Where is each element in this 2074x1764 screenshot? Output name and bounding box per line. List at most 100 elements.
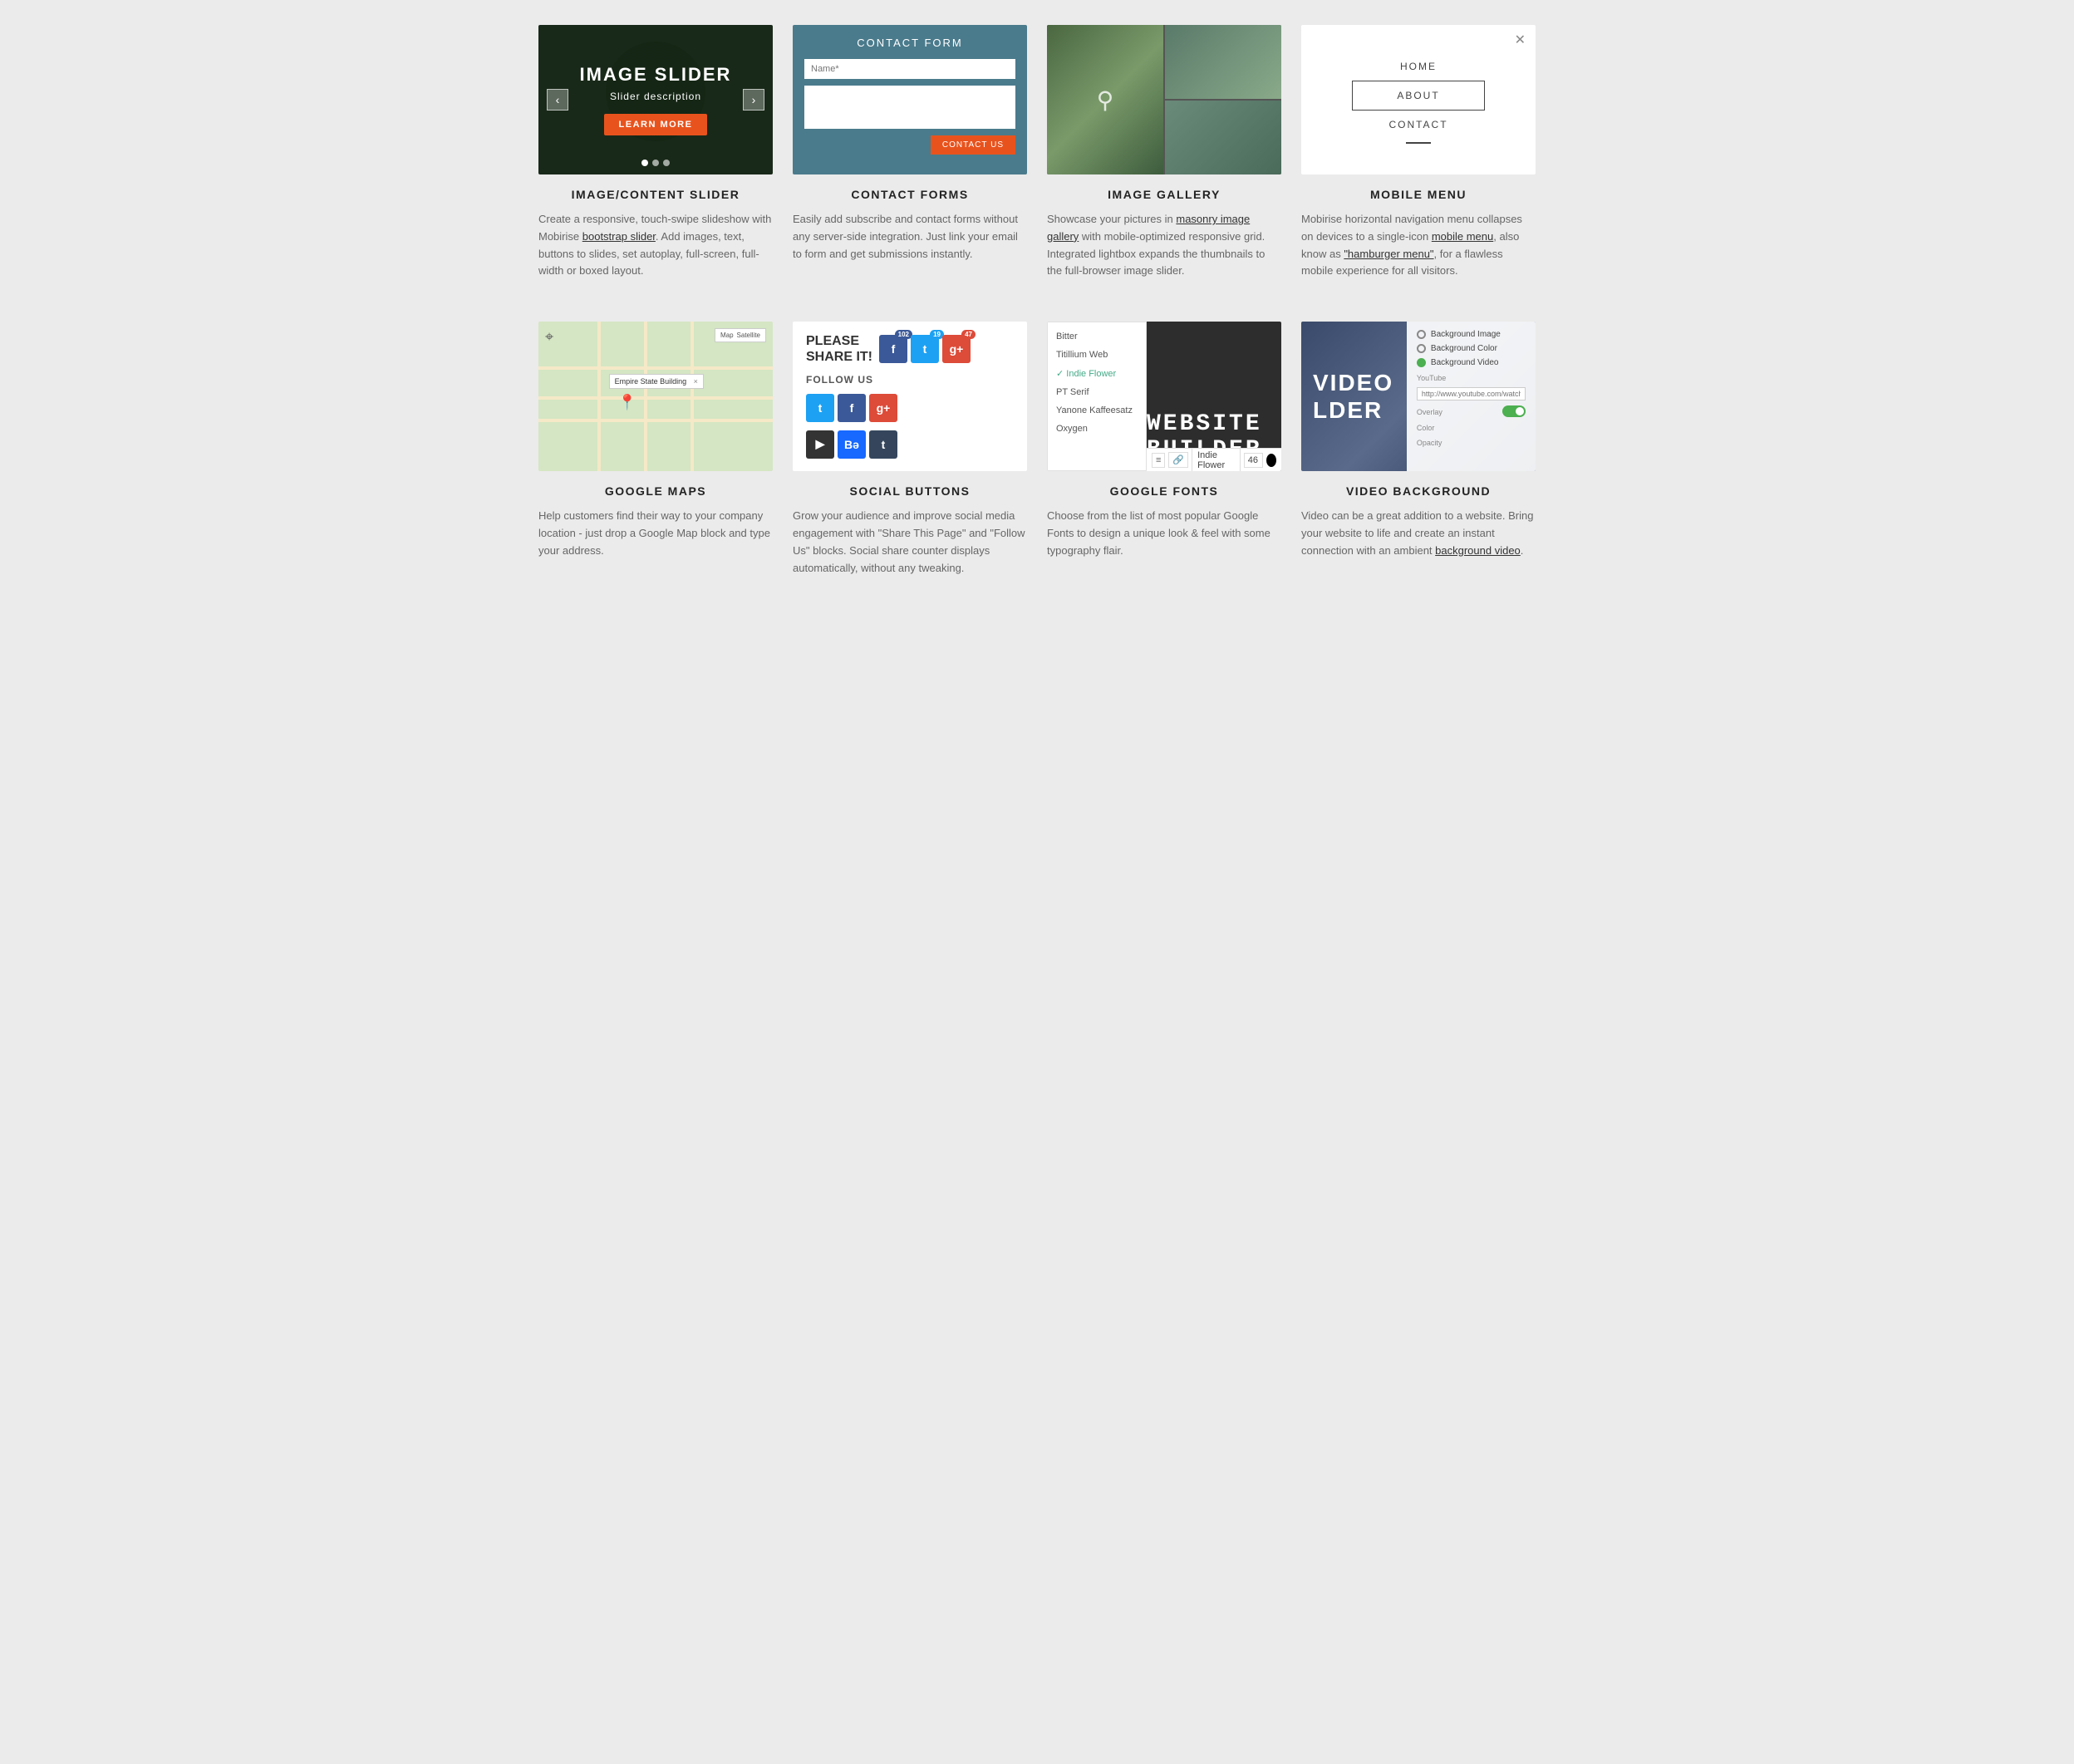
- bootstrap-slider-link[interactable]: bootstrap slider: [582, 230, 656, 243]
- radio-bg-video[interactable]: [1417, 358, 1426, 367]
- map-road-v1: [597, 322, 601, 471]
- vp-bg-color-label: Background Color: [1431, 344, 1497, 353]
- vp-overlay-toggle[interactable]: [1502, 405, 1526, 417]
- map-control-satellite[interactable]: Satellite: [737, 332, 760, 339]
- mobile-menu-card-body: Mobirise horizontal navigation menu coll…: [1301, 211, 1536, 280]
- mobile-menu-about[interactable]: ABOUT: [1352, 81, 1485, 111]
- contact-form-header: CONTACT FORM: [804, 37, 1015, 49]
- vp-youtube-input[interactable]: [1417, 387, 1526, 400]
- font-indie-flower[interactable]: Indie Flower: [1048, 364, 1146, 383]
- card-contact-forms: CONTACT FORM CONTACT US CONTACT FORMS Ea…: [793, 25, 1027, 280]
- share-facebook-button[interactable]: f 102: [879, 335, 907, 363]
- vp-color-row: Color: [1417, 422, 1526, 432]
- follow-googleplus-button[interactable]: g+: [869, 394, 897, 422]
- mobile-menu-home[interactable]: HOME: [1352, 52, 1485, 81]
- slider-learn-more-button[interactable]: LEARN MORE: [604, 114, 708, 135]
- maps-card-title: GOOGLE MAPS: [538, 484, 773, 498]
- slider-prev-arrow[interactable]: ‹: [547, 89, 568, 111]
- gallery-body-text1: Showcase your pictures in: [1047, 213, 1176, 225]
- toolbar-color-picker[interactable]: [1266, 454, 1276, 467]
- fb-count-badge: 102: [895, 330, 912, 339]
- follow-icons-row2: ▶ Bǝ t: [806, 430, 897, 459]
- row2-grid: Map Satellite ⌖ Empire State Building 📍 …: [538, 322, 1536, 577]
- toolbar-font-name[interactable]: Indie Flower: [1192, 448, 1241, 472]
- follow-facebook-button[interactable]: f: [838, 394, 866, 422]
- follow-github-button[interactable]: ▶: [806, 430, 834, 459]
- vp-bg-color-row: Background Color: [1417, 344, 1526, 353]
- radio-bg-color[interactable]: [1417, 344, 1426, 353]
- card-mobile-menu: ✕ HOME ABOUT CONTACT MOBILE MENU Mobiris…: [1301, 25, 1536, 280]
- gallery-cell-main[interactable]: ⚲: [1047, 25, 1163, 174]
- video-preview: VIDEOLDER Background Image Background Co…: [1301, 322, 1536, 471]
- mobile-menu-contact[interactable]: CONTACT: [1352, 111, 1485, 139]
- social-preview: PLEASESHARE IT! f 102 t 19 g+ 47: [793, 322, 1027, 471]
- vp-bg-image-row: Background Image: [1417, 330, 1526, 339]
- video-card-title: VIDEO BACKGROUND: [1301, 484, 1536, 498]
- mobile-close-icon[interactable]: ✕: [1515, 32, 1526, 48]
- gallery-body-text2: with mobile-optimized responsive grid. I…: [1047, 230, 1265, 278]
- follow-icons-row: t f g+: [806, 394, 897, 422]
- toolbar-link-icon[interactable]: 🔗: [1168, 452, 1188, 468]
- fonts-toolbar: ≡ 🔗 Indie Flower 46: [1147, 448, 1281, 471]
- map-control-map[interactable]: Map: [720, 332, 734, 339]
- gallery-preview: ⚲: [1047, 25, 1281, 174]
- follow-twitter-button[interactable]: t: [806, 394, 834, 422]
- contact-btn-row: CONTACT US: [804, 135, 1015, 155]
- video-body-text2: .: [1521, 544, 1524, 557]
- map-road-h3: [538, 419, 773, 422]
- gallery-cell-bottom-right[interactable]: [1165, 101, 1281, 174]
- dot-1[interactable]: [641, 160, 648, 166]
- video-card-body: Video can be a great addition to a websi…: [1301, 508, 1536, 559]
- map-road-h2: [538, 396, 773, 400]
- slider-preview-desc: Slider description: [610, 91, 701, 102]
- font-pt-serif[interactable]: PT Serif: [1048, 383, 1146, 401]
- vp-overlay-row: Overlay: [1417, 405, 1526, 417]
- social-card-body: Grow your audience and improve social me…: [793, 508, 1027, 577]
- share-row: PLEASESHARE IT! f 102 t 19 g+ 47: [806, 333, 971, 365]
- hamburger-menu-link[interactable]: "hamburger menu": [1344, 248, 1433, 260]
- social-card-title: SOCIAL BUTTONS: [793, 484, 1027, 498]
- map-label-box: Empire State Building: [609, 374, 704, 389]
- contact-message-textarea[interactable]: [804, 86, 1015, 129]
- map-pin-icon: 📍: [618, 394, 636, 411]
- background-video-link[interactable]: background video: [1435, 544, 1521, 557]
- dot-2[interactable]: [652, 160, 659, 166]
- gp-count-badge: 47: [961, 330, 976, 339]
- mobile-menu-preview: ✕ HOME ABOUT CONTACT: [1301, 25, 1536, 174]
- font-bitter[interactable]: Bitter: [1048, 327, 1146, 346]
- vp-color-label: Color: [1417, 424, 1435, 432]
- contact-card-title: CONTACT FORMS: [793, 188, 1027, 201]
- map-controls[interactable]: Map Satellite: [715, 328, 766, 342]
- vp-opacity-label: Opacity: [1417, 439, 1442, 447]
- map-crosshair-icon[interactable]: ⌖: [545, 328, 553, 346]
- share-googleplus-button[interactable]: g+ 47: [942, 335, 971, 363]
- map-road-v3: [691, 322, 694, 471]
- font-titillium[interactable]: Titillium Web: [1048, 346, 1146, 364]
- font-oxygen[interactable]: Oxygen: [1048, 420, 1146, 438]
- gallery-search-icon: ⚲: [1097, 86, 1114, 114]
- follow-tumblr-button[interactable]: t: [869, 430, 897, 459]
- gallery-cell-top-right[interactable]: [1165, 25, 1281, 99]
- fonts-card-body: Choose from the list of most popular Goo…: [1047, 508, 1281, 559]
- card-social-buttons: PLEASESHARE IT! f 102 t 19 g+ 47: [793, 322, 1027, 577]
- share-icons-row: f 102 t 19 g+ 47: [879, 335, 971, 363]
- share-twitter-button[interactable]: t 19: [911, 335, 939, 363]
- fonts-right-panel: WEBSITE BUILDER ≡ 🔗 Indie Flower 46: [1147, 322, 1281, 471]
- radio-bg-image[interactable]: [1417, 330, 1426, 339]
- fonts-card-title: GOOGLE FONTS: [1047, 484, 1281, 498]
- video-settings-panel: Background Image Background Color Backgr…: [1407, 322, 1536, 471]
- mobile-menu-link[interactable]: mobile menu: [1432, 230, 1493, 243]
- follow-behance-button[interactable]: Bǝ: [838, 430, 866, 459]
- contact-name-input[interactable]: [804, 59, 1015, 79]
- contact-card-body: Easily add subscribe and contact forms w…: [793, 211, 1027, 263]
- video-text-overlay: VIDEOLDER: [1301, 322, 1413, 471]
- toolbar-align-icon[interactable]: ≡: [1152, 453, 1165, 468]
- slider-next-arrow[interactable]: ›: [743, 89, 764, 111]
- maps-card-body: Help customers find their way to your co…: [538, 508, 773, 559]
- toolbar-font-size[interactable]: 46: [1244, 453, 1263, 468]
- contact-submit-button[interactable]: CONTACT US: [931, 135, 1015, 155]
- dot-3[interactable]: [663, 160, 670, 166]
- font-yanone[interactable]: Yanone Kaffeesatz: [1048, 401, 1146, 420]
- fonts-dropdown[interactable]: Bitter Titillium Web Indie Flower PT Ser…: [1047, 322, 1147, 471]
- follow-label: FOLLOW US: [806, 374, 873, 386]
